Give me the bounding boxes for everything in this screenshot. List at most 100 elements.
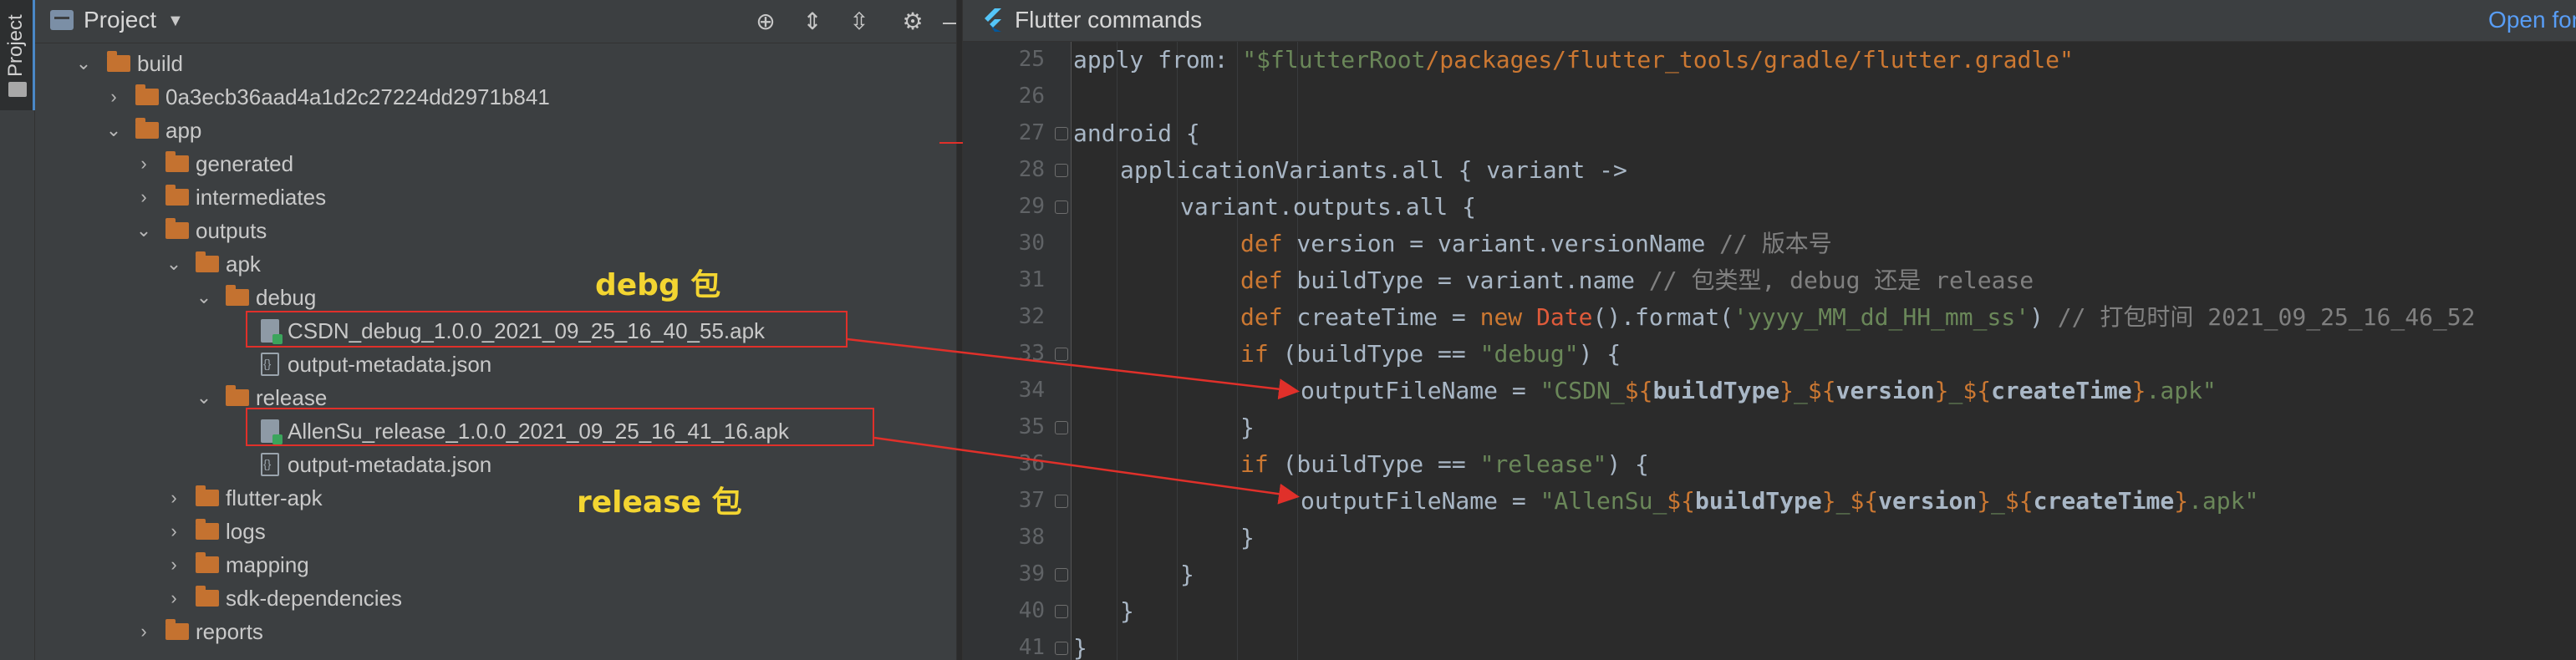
gear-icon[interactable]: ⚙ <box>896 5 929 38</box>
chevron-down-icon[interactable]: ⌄ <box>194 281 214 314</box>
tree-item-flutter-apk[interactable]: › flutter-apk <box>35 481 956 515</box>
fold-marker-icon[interactable] <box>1055 127 1068 140</box>
tree-item-outputs[interactable]: ⌄ outputs <box>35 214 956 247</box>
expand-all-icon[interactable]: ⇕ <box>796 5 829 38</box>
code-editor[interactable]: Flutter commands Open for 25 26 27 28 29… <box>963 0 2576 660</box>
fold-marker-icon[interactable] <box>1055 348 1068 361</box>
folder-icon <box>226 385 249 406</box>
line-number-gutter: 25 26 27 28 29 30 31 32 33 34 35 36 37 3… <box>963 42 1072 660</box>
fold-marker-icon[interactable] <box>1055 164 1068 177</box>
tree-item-label: generated <box>196 151 294 176</box>
code-line-32: def createTime = new Date().format('yyyy… <box>1240 303 2476 331</box>
open-for-editing-link[interactable]: Open for <box>2488 7 2576 33</box>
fold-marker-icon[interactable] <box>1055 568 1068 581</box>
tree-item-label: mapping <box>226 552 309 577</box>
change-marker <box>939 142 963 144</box>
tree-item-label: apk <box>226 251 261 277</box>
code-line-30: def version = variant.versionName // 版本号 <box>1240 230 1832 257</box>
folder-icon <box>196 552 219 573</box>
panel-splitter[interactable] <box>956 0 963 660</box>
folder-icon <box>135 84 159 105</box>
project-panel-header: Project ▼ ⊕ ⇕ ⇳ ⚙ — <box>35 0 956 43</box>
chevron-down-icon[interactable]: ⌄ <box>194 381 214 414</box>
code-line-37: outputFileName = "AllenSu_${buildType}_$… <box>1301 487 2259 515</box>
tree-item-sdk-dependencies[interactable]: › sdk-dependencies <box>35 581 956 615</box>
chevron-down-icon[interactable]: ▼ <box>167 12 184 31</box>
debug-apk-highlight-box <box>246 311 848 348</box>
tree-item-reports[interactable]: › reports <box>35 615 956 648</box>
flutter-icon <box>985 8 1001 32</box>
tree-item-intermediates[interactable]: › intermediates <box>35 180 956 214</box>
tree-item-label: build <box>137 51 183 76</box>
code-area[interactable]: apply from: "$flutterRoot/packages/flutt… <box>1073 42 2576 660</box>
fold-marker-icon[interactable] <box>1055 495 1068 508</box>
chevron-right-icon[interactable]: › <box>164 515 184 548</box>
code-line-29: variant.outputs.all { <box>1180 193 1477 221</box>
chevron-right-icon[interactable]: › <box>134 615 154 648</box>
code-line-39: } <box>1180 561 1194 588</box>
minimize-icon[interactable]: — <box>938 5 956 38</box>
fold-marker-icon[interactable] <box>1055 201 1068 214</box>
line-number: 31 <box>1018 267 1045 292</box>
chevron-right-icon[interactable]: › <box>104 80 124 114</box>
project-tool-tab[interactable]: Project <box>0 0 35 110</box>
chevron-down-icon[interactable]: ⌄ <box>104 114 124 147</box>
tree-item-apk[interactable]: ⌄ apk <box>35 247 956 281</box>
folder-icon <box>196 519 219 540</box>
tree-item-hash-dir[interactable]: › 0a3ecb36aad4a1d2c27224dd2971b841 <box>35 80 956 114</box>
fold-marker-icon[interactable] <box>1055 421 1068 434</box>
code-line-38: } <box>1240 524 1255 551</box>
project-tree: ⌄ build › 0a3ecb36aad4a1d2c27224dd2971b8… <box>35 47 956 660</box>
fold-marker-icon[interactable] <box>1055 605 1068 618</box>
tree-item-app[interactable]: ⌄ app <box>35 114 956 147</box>
chevron-right-icon[interactable]: › <box>164 548 184 581</box>
tree-item-label: outputs <box>196 218 267 243</box>
tree-item-label: app <box>165 118 202 143</box>
chevron-down-icon[interactable]: ⌄ <box>164 247 184 281</box>
line-number: 29 <box>1018 194 1045 219</box>
line-number: 39 <box>1018 561 1045 586</box>
tree-item-mapping[interactable]: › mapping <box>35 548 956 581</box>
folder-icon <box>196 251 219 272</box>
folder-icon <box>8 82 27 97</box>
tree-item-debug[interactable]: ⌄ debug <box>35 281 956 314</box>
code-line-40: } <box>1120 597 1134 625</box>
folder-icon <box>196 485 219 506</box>
fold-marker-icon[interactable] <box>1055 642 1068 655</box>
line-number: 27 <box>1018 120 1045 145</box>
tree-item-build[interactable]: ⌄ build <box>35 47 956 80</box>
line-number: 35 <box>1018 414 1045 439</box>
project-view-icon <box>50 10 74 30</box>
code-line-41: } <box>1073 634 1087 660</box>
code-line-25: apply from: "$flutterRoot/packages/flutt… <box>1073 46 2074 74</box>
line-number: 36 <box>1018 451 1045 476</box>
code-line-34: outputFileName = "CSDN_${buildType}_${ve… <box>1301 377 2217 404</box>
code-line-27: android { <box>1073 119 1200 147</box>
line-number: 33 <box>1018 341 1045 366</box>
locate-icon[interactable]: ⊕ <box>749 5 782 38</box>
line-number: 40 <box>1018 598 1045 623</box>
tree-item-label: flutter-apk <box>226 485 323 510</box>
tree-item-label: reports <box>196 619 263 644</box>
tree-item-release-metadata[interactable]: output-metadata.json <box>35 448 956 481</box>
tree-item-logs[interactable]: › logs <box>35 515 956 548</box>
chevron-down-icon[interactable]: ⌄ <box>74 47 94 80</box>
folder-icon <box>165 619 189 640</box>
chevron-right-icon[interactable]: › <box>134 180 154 214</box>
json-file-icon <box>261 353 279 376</box>
chevron-right-icon[interactable]: › <box>164 581 184 615</box>
line-number: 38 <box>1018 525 1045 550</box>
chevron-down-icon[interactable]: ⌄ <box>134 214 154 247</box>
project-panel-title[interactable]: Project <box>84 7 156 33</box>
tree-item-generated[interactable]: › generated <box>35 147 956 180</box>
tree-item-debug-metadata[interactable]: output-metadata.json <box>35 348 956 381</box>
collapse-all-icon[interactable]: ⇳ <box>843 5 876 38</box>
chevron-right-icon[interactable]: › <box>164 481 184 515</box>
chevron-right-icon[interactable]: › <box>134 147 154 180</box>
line-number: 30 <box>1018 231 1045 256</box>
json-file-icon <box>261 453 279 476</box>
line-number: 28 <box>1018 157 1045 182</box>
line-number: 41 <box>1018 635 1045 660</box>
tree-item-label: 0a3ecb36aad4a1d2c27224dd2971b841 <box>165 84 550 109</box>
tool-window-strip: Project <box>0 0 35 660</box>
